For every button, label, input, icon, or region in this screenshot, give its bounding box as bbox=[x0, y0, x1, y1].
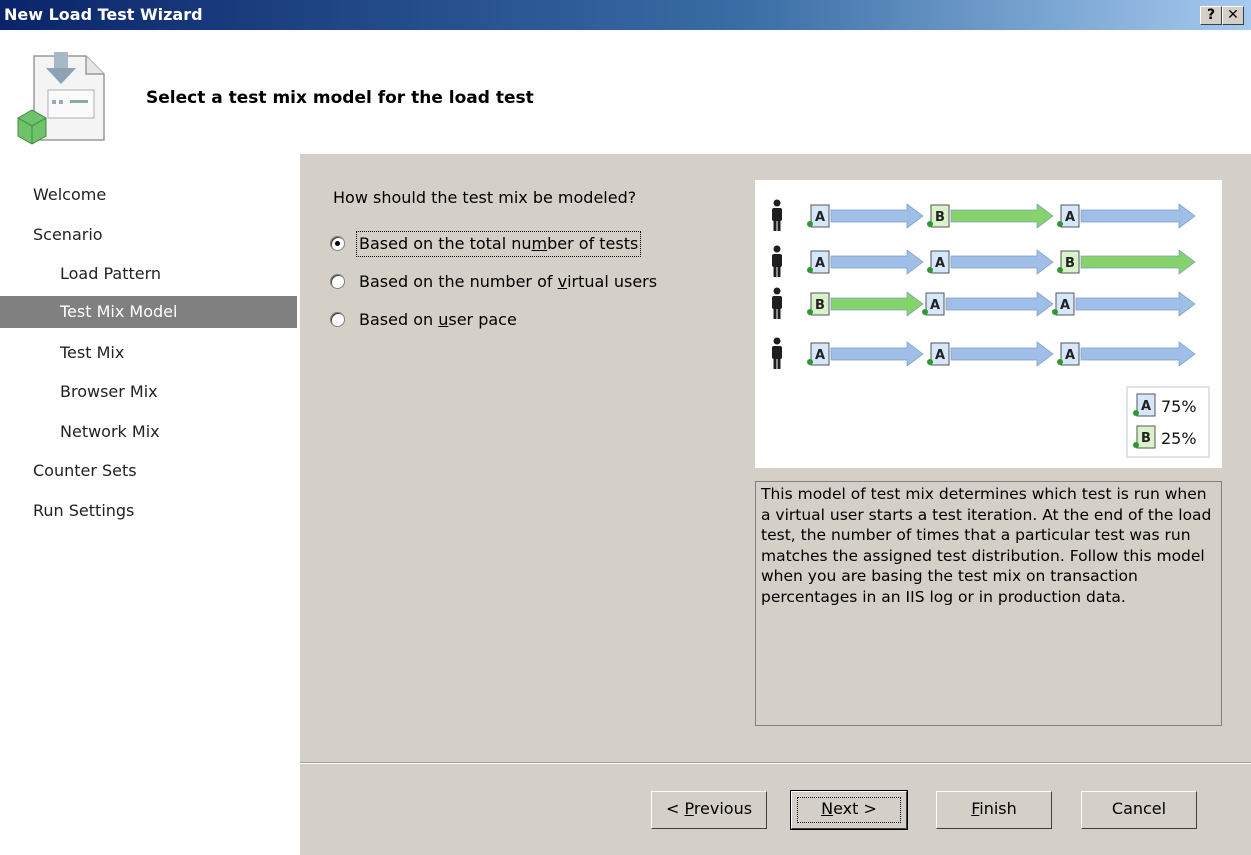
mix-row: AAA bbox=[772, 337, 1196, 369]
flow-arrow bbox=[1080, 249, 1196, 275]
radio-button[interactable] bbox=[330, 312, 345, 327]
svg-text:A: A bbox=[935, 256, 945, 271]
svg-text:B: B bbox=[815, 298, 825, 313]
test-a-icon: A bbox=[807, 342, 830, 366]
test-a-icon: A bbox=[927, 250, 950, 274]
svg-text:B: B bbox=[1065, 256, 1075, 271]
flow-arrow bbox=[830, 291, 924, 317]
title-bar: New Load Test Wizard ? ✕ bbox=[0, 0, 1251, 30]
svg-text:A: A bbox=[935, 348, 945, 363]
flow-arrow bbox=[830, 341, 924, 367]
sidebar-item-label: Load Pattern bbox=[60, 264, 162, 283]
test-b-icon: B bbox=[1057, 250, 1080, 274]
sidebar-item-test-mix-model[interactable]: Test Mix Model bbox=[0, 296, 297, 328]
test-a-icon: A bbox=[807, 250, 830, 274]
svg-text:A: A bbox=[815, 256, 825, 271]
svg-text:A: A bbox=[1065, 348, 1075, 363]
flow-arrow bbox=[830, 249, 924, 275]
svg-text:A: A bbox=[815, 210, 825, 225]
sidebar-item-label: Browser Mix bbox=[60, 382, 158, 401]
cancel-button[interactable]: Cancel bbox=[1081, 791, 1197, 829]
svg-text:A: A bbox=[815, 348, 825, 363]
close-button[interactable]: ✕ bbox=[1222, 6, 1244, 25]
radio-selected-dot bbox=[335, 241, 340, 246]
sidebar-item-load-pattern[interactable]: Load Pattern bbox=[0, 258, 297, 290]
svg-text:A: A bbox=[1065, 210, 1075, 225]
wizard-document-icon bbox=[17, 52, 105, 145]
flow-arrow bbox=[1080, 341, 1196, 367]
mix-row: AAB bbox=[772, 245, 1196, 277]
window-title: New Load Test Wizard bbox=[4, 5, 203, 24]
radio-button[interactable] bbox=[330, 236, 345, 251]
focus-rectangle bbox=[797, 797, 901, 823]
test-b-icon: B bbox=[807, 292, 830, 316]
sidebar-item-label: Network Mix bbox=[60, 422, 160, 441]
sidebar-item-network-mix[interactable]: Network Mix bbox=[0, 416, 297, 448]
wizard-content: How should the test mix be modeled? Base… bbox=[300, 154, 1251, 855]
sidebar-item-label: Run Settings bbox=[33, 501, 135, 520]
wizard-step-sidebar: Welcome Scenario Load Pattern Test Mix M… bbox=[0, 154, 300, 855]
sidebar-item-label: Counter Sets bbox=[33, 461, 137, 480]
mix-row: BAA bbox=[772, 287, 1196, 319]
test-a-icon: A bbox=[1057, 204, 1080, 228]
test-a-icon: A bbox=[807, 204, 830, 228]
description-box: This model of test mix determines which … bbox=[755, 481, 1222, 726]
test-mix-diagram-svg: A B A A A B B A A A A A A 75% B 25% bbox=[772, 199, 1210, 458]
svg-text:B: B bbox=[935, 210, 945, 225]
flow-arrow bbox=[950, 203, 1054, 229]
sidebar-item-browser-mix[interactable]: Browser Mix bbox=[0, 376, 297, 408]
previous-button[interactable]: < Previous bbox=[651, 791, 767, 829]
test-a-icon: A bbox=[922, 292, 945, 316]
test-b-icon: B bbox=[927, 204, 950, 228]
page-heading: Select a test mix model for the load tes… bbox=[146, 88, 534, 108]
legend-percentage: 25% bbox=[1161, 429, 1197, 448]
flow-arrow bbox=[950, 341, 1054, 367]
test-mix-diagram: A B A A A B B A A A A A A 75% B 25% bbox=[755, 180, 1222, 468]
test-a-icon: A bbox=[1057, 342, 1080, 366]
mix-legend: A 75% B 25% bbox=[1126, 386, 1210, 458]
sidebar-item-label: Test Mix Model bbox=[60, 302, 178, 321]
option-label[interactable]: Based on the number of virtual users bbox=[359, 270, 657, 294]
svg-text:B: B bbox=[1141, 431, 1151, 446]
test-a-icon: A bbox=[927, 342, 950, 366]
sidebar-item-label: Test Mix bbox=[60, 343, 125, 362]
finish-button[interactable]: Finish bbox=[936, 791, 1052, 829]
test-a-icon: A bbox=[1052, 292, 1075, 316]
svg-text:A: A bbox=[1141, 399, 1151, 414]
svg-text:A: A bbox=[1060, 298, 1070, 313]
virtual-user-icon bbox=[772, 287, 782, 319]
flow-arrow bbox=[1080, 203, 1196, 229]
sidebar-item-run-settings[interactable]: Run Settings bbox=[0, 495, 297, 527]
flow-arrow bbox=[1075, 291, 1196, 317]
next-button[interactable]: Next > bbox=[790, 790, 908, 830]
mix-row: ABA bbox=[772, 199, 1196, 231]
option-label[interactable]: Based on the total number of tests bbox=[355, 231, 642, 257]
virtual-user-icon bbox=[772, 337, 782, 369]
virtual-user-icon bbox=[772, 245, 782, 277]
sidebar-item-scenario[interactable]: Scenario bbox=[0, 219, 297, 251]
sidebar-item-label: Scenario bbox=[33, 225, 103, 244]
svg-text:A: A bbox=[930, 298, 940, 313]
separator bbox=[300, 762, 1251, 764]
sidebar-item-label: Welcome bbox=[33, 185, 107, 204]
option-label[interactable]: Based on user pace bbox=[359, 308, 517, 332]
wizard-header: Select a test mix model for the load tes… bbox=[0, 30, 1251, 154]
flow-arrow bbox=[830, 203, 924, 229]
virtual-user-icon bbox=[772, 199, 782, 231]
sidebar-item-counter-sets[interactable]: Counter Sets bbox=[0, 455, 297, 487]
flow-arrow bbox=[945, 291, 1054, 317]
radio-button[interactable] bbox=[330, 274, 345, 289]
sidebar-item-test-mix[interactable]: Test Mix bbox=[0, 337, 297, 369]
question-label: How should the test mix be modeled? bbox=[333, 188, 637, 207]
sidebar-item-welcome[interactable]: Welcome bbox=[0, 179, 297, 211]
flow-arrow bbox=[950, 249, 1054, 275]
help-button[interactable]: ? bbox=[1200, 6, 1222, 25]
legend-percentage: 75% bbox=[1161, 397, 1197, 416]
